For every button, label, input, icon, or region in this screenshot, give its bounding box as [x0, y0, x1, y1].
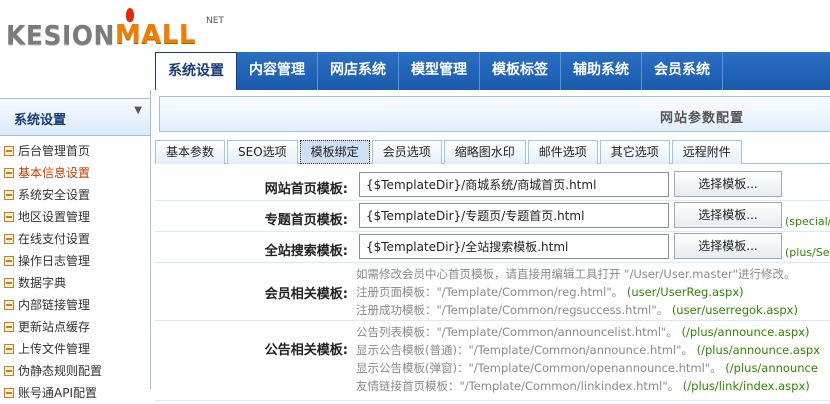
choose-template-button[interactable]: 选择模板... [674, 233, 782, 259]
logo-text-kesion: KESION [6, 20, 115, 51]
topnav: 系统设置 内容管理 网店系统 模型管理 模板标签 辅助系统 会员系统 [155, 52, 723, 90]
collapse-icon [4, 322, 14, 332]
homepage-template-input[interactable] [359, 172, 669, 197]
topnav-tab-system-settings[interactable]: 系统设置 [155, 52, 237, 90]
field-label: 全站搜索模板: [264, 244, 348, 259]
form-row: 专题首页模板: 选择模板... (special/in [155, 201, 830, 232]
field-label: 网站首页模板: [264, 182, 348, 197]
main-title-bar: 网站参数配置 [159, 96, 830, 132]
info-line: 友情链接首页模板："/Template/Common/linkindex.htm… [356, 379, 810, 393]
sidebar-item-payment[interactable]: 在线支付设置 [0, 228, 150, 250]
collapse-icon [4, 212, 14, 222]
info-line: 显示公告模板(普通)："/Template/Common/announce.ht… [356, 343, 821, 357]
member-templates-row: 会员相关模板: 如需修改会员中心首页模板，请直接用编辑工具打开 "/User/U… [155, 263, 830, 321]
field-label: 专题首页模板: [264, 213, 348, 228]
collapse-icon [4, 300, 14, 310]
sidebar-item-admin-home[interactable]: 后台管理首页 [0, 140, 150, 162]
sidebar-item-security[interactable]: 系统安全设置 [0, 184, 150, 206]
collapse-icon [4, 344, 14, 354]
page-title: 网站参数配置 [660, 111, 745, 126]
collapse-icon [4, 256, 14, 266]
collapse-icon [4, 146, 14, 156]
tab-remote-attachments[interactable]: 远程附件 [671, 140, 742, 164]
main-panel: 网站参数配置 基本参数 SEO选项 模板绑定 会员选项 缩略图水印 邮件选项 其… [155, 90, 830, 401]
sidebar-item-cache[interactable]: 更新站点缓存 [0, 316, 150, 338]
sidebar-item-basic-info[interactable]: 基本信息设置 [0, 162, 150, 184]
sidebar: 系统设置 ▼ 后台管理首页 基本信息设置 系统安全设置 地区设置管理 在线支付设… [0, 90, 151, 400]
flame-icon [126, 8, 134, 22]
logo: KESION MALL NET [6, 8, 224, 51]
sidebar-item-rewrite[interactable]: 伪静态规则配置 [0, 360, 150, 382]
collapse-icon [4, 278, 14, 288]
topnav-tab-shop[interactable]: 网店系统 [318, 52, 399, 90]
tab-template-binding[interactable]: 模板绑定 [299, 140, 370, 164]
subtabs: 基本参数 SEO选项 模板绑定 会员选项 缩略图水印 邮件选项 其它选项 远程附… [155, 140, 830, 164]
info-line: 注册页面模板："/Template/Common/reg.html"。 (use… [356, 285, 744, 299]
tab-seo[interactable]: SEO选项 [227, 140, 298, 164]
sidebar-item-internal-links[interactable]: 内部链接管理 [0, 294, 150, 316]
info-line: 显示公告模板(弹窗)："/Template/Common/openannounc… [356, 361, 818, 375]
tab-mail-options[interactable]: 邮件选项 [527, 140, 598, 164]
template-path-hint: (plus/Sear [785, 246, 830, 259]
logo-text-mall: MALL [114, 20, 197, 50]
tab-other-options[interactable]: 其它选项 [599, 140, 670, 164]
info-line: 注册成功模板："/Template/Common/regsuccess.html… [356, 303, 798, 317]
topnav-tab-members[interactable]: 会员系统 [642, 52, 723, 90]
announce-templates-row: 公告相关模板: 公告列表模板："/Template/Common/announc… [155, 321, 830, 401]
form-row: 网站首页模板: 选择模板... [155, 170, 830, 201]
sidebar-header[interactable]: 系统设置 ▼ [0, 98, 150, 136]
tab-basic-params[interactable]: 基本参数 [155, 140, 226, 164]
template-path-hint: (special/in [785, 215, 830, 228]
collapse-icon [4, 234, 14, 244]
choose-template-button[interactable]: 选择模板... [674, 171, 782, 197]
collapse-icon [4, 190, 14, 200]
topnav-tab-content[interactable]: 内容管理 [237, 52, 318, 90]
search-template-input[interactable] [359, 234, 669, 259]
collapse-icon [4, 388, 14, 398]
topnav-tab-auxiliary[interactable]: 辅助系统 [561, 52, 642, 90]
template-form: 网站首页模板: 选择模板... 专题首页模板: 选择模板... (special… [155, 170, 830, 401]
sidebar-item-region[interactable]: 地区设置管理 [0, 206, 150, 228]
logo-text-net: NET [206, 16, 224, 26]
info-line: 公告列表模板："/Template/Common/announcelist.ht… [356, 325, 810, 339]
form-row: 全站搜索模板: 选择模板... (plus/Sear [155, 232, 830, 263]
collapse-icon [4, 168, 14, 178]
sidebar-item-uploads[interactable]: 上传文件管理 [0, 338, 150, 360]
field-label: 公告相关模板: [264, 343, 348, 358]
collapse-icon [4, 366, 14, 376]
topnav-tab-models[interactable]: 模型管理 [399, 52, 480, 90]
collapse-arrow-icon[interactable]: ▼ [134, 105, 142, 116]
field-label: 会员相关模板: [264, 287, 348, 302]
tab-thumbnail-watermark[interactable]: 缩略图水印 [443, 140, 526, 164]
sidebar-item-dictionary[interactable]: 数据字典 [0, 272, 150, 294]
sidebar-menu: 后台管理首页 基本信息设置 系统安全设置 地区设置管理 在线支付设置 操作日志管… [0, 140, 150, 404]
choose-template-button[interactable]: 选择模板... [674, 202, 782, 228]
sidebar-item-api[interactable]: 账号通API配置 [0, 382, 150, 404]
tab-member-options[interactable]: 会员选项 [371, 140, 442, 164]
special-template-input[interactable] [359, 203, 669, 228]
sidebar-item-logs[interactable]: 操作日志管理 [0, 250, 150, 272]
info-line: 如需修改会员中心首页模板，请直接用编辑工具打开 "/User/User.mast… [356, 267, 796, 281]
sidebar-title: 系统设置 [14, 113, 67, 128]
topnav-tab-template-tags[interactable]: 模板标签 [480, 52, 561, 90]
